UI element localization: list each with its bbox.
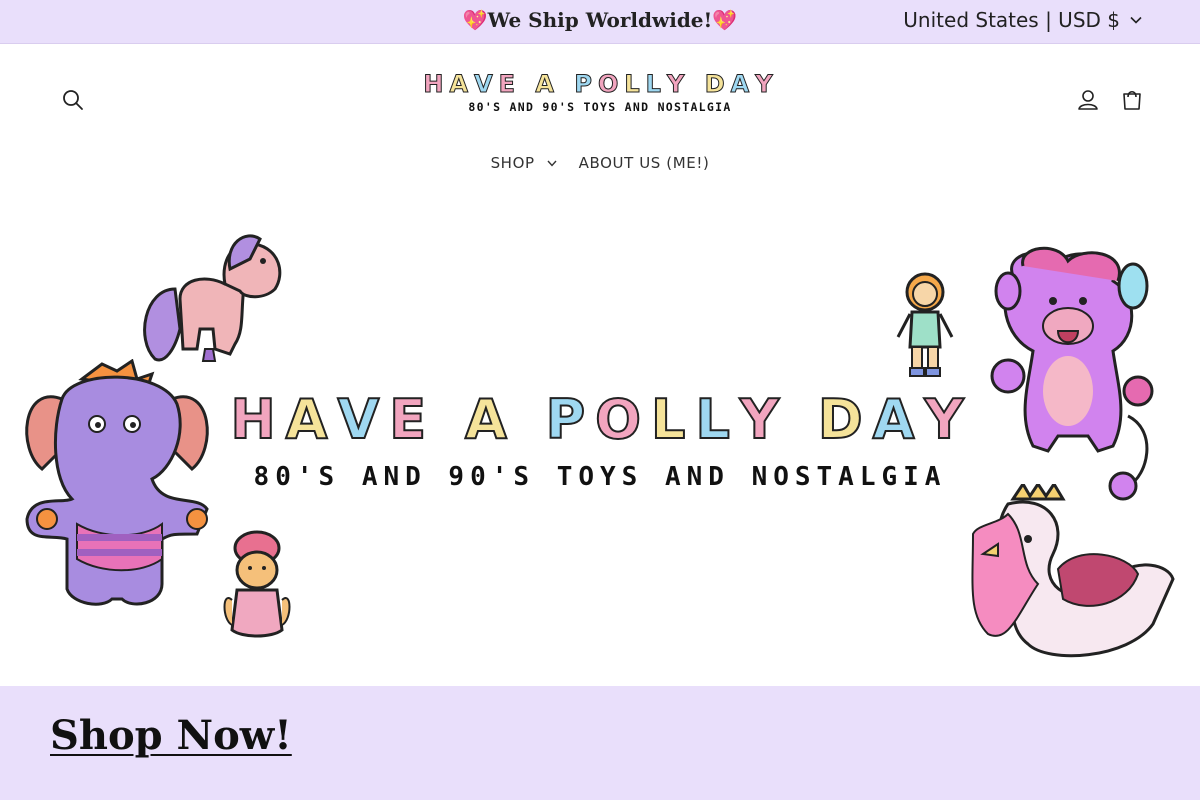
shop-now-section: Shop Now!: [0, 686, 1200, 800]
pony-illustration: [143, 234, 282, 362]
hero-title-letter: A: [872, 388, 921, 451]
hero-title-letter: E: [388, 388, 433, 451]
hero-title-letter: H: [229, 388, 282, 451]
logo-title-letter: H: [423, 70, 448, 99]
hero-title-letter: [436, 390, 461, 450]
nav-item-about[interactable]: ABOUT US (ME!): [579, 154, 710, 172]
shop-now-link[interactable]: Shop Now!: [50, 712, 292, 759]
hero-title-letter: L: [694, 388, 736, 451]
nav-label-shop: SHOP: [490, 154, 535, 172]
hero-title-letter: [517, 390, 542, 450]
logo-title-letter: A: [449, 70, 473, 99]
hero-title-letter: Y: [923, 388, 970, 451]
chevron-down-icon: [547, 160, 557, 167]
search-icon[interactable]: [60, 87, 86, 113]
hero-title-letter: [789, 390, 814, 450]
hero-title-letter: A: [464, 388, 513, 451]
hero-title-letter: P: [545, 388, 592, 451]
hero-title-letter: Y: [739, 388, 785, 451]
girl-doll-illustration: [223, 530, 291, 638]
logo-title-letter: Y: [666, 70, 689, 99]
logo-title-letter: O: [597, 70, 623, 99]
hero-subtitle: 80'S AND 90'S TOYS AND NOSTALGIA: [253, 462, 947, 492]
hero-title: HAVE A POLLY DAY: [0, 388, 1200, 451]
nav-label-about: ABOUT US (ME!): [578, 154, 710, 172]
site-logo[interactable]: HAVE A POLLY DAY 80'S AND 90'S TOYS AND …: [423, 70, 773, 120]
logo-title: HAVE A POLLY DAY: [423, 70, 773, 99]
swan-illustration: [971, 484, 1175, 658]
announcement-bar: 💖We Ship Worldwide!💖 United States | USD…: [0, 0, 1200, 44]
logo-title-letter: A: [730, 70, 754, 99]
hero-title-letter: O: [594, 388, 648, 451]
cart-icon[interactable]: [1119, 87, 1145, 113]
hero-title-letter: L: [650, 388, 692, 451]
logo-title-letter: L: [645, 70, 665, 99]
logo-title-letter: D: [704, 70, 729, 99]
logo-title-letter: A: [535, 70, 558, 99]
account-icon[interactable]: [1075, 87, 1101, 113]
logo-subtitle: 80'S AND 90'S TOYS AND NOSTALGIA: [468, 100, 732, 114]
hero-banner: HAVE A POLLY DAY 80'S AND 90'S TOYS AND …: [0, 194, 1200, 686]
logo-title-letter: Y: [755, 70, 777, 99]
currency-label: United States | USD $: [903, 8, 1120, 32]
logo-title-letter: L: [624, 70, 644, 99]
hero-title-letter: D: [817, 388, 869, 451]
main-nav: SHOP ABOUT US (ME!): [0, 154, 1200, 172]
logo-title-letter: [560, 70, 572, 98]
site-header: HAVE A POLLY DAY 80'S AND 90'S TOYS AND …: [0, 44, 1200, 194]
currency-selector[interactable]: United States | USD $: [903, 8, 1142, 32]
logo-title-letter: [690, 70, 702, 98]
nav-item-shop[interactable]: SHOP: [491, 154, 557, 172]
chevron-down-icon: [1130, 16, 1142, 24]
doll-illustration: [896, 272, 954, 377]
logo-title-letter: [521, 70, 533, 98]
hero-title-letter: V: [336, 388, 386, 451]
logo-title-letter: E: [498, 70, 520, 99]
logo-title-letter: V: [474, 70, 497, 99]
logo-title-letter: P: [574, 70, 596, 99]
hero-title-letter: A: [285, 388, 334, 451]
